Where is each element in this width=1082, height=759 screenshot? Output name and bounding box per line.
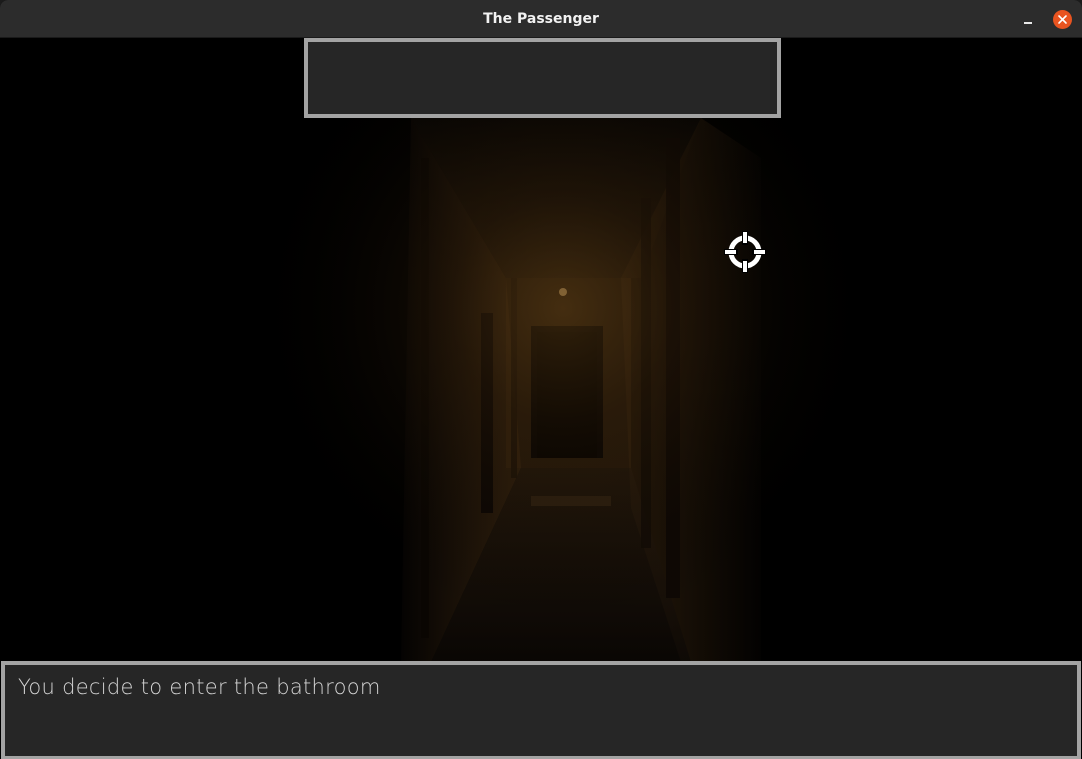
game-window: The Passenger You decide to enter the ba… <box>0 0 1082 759</box>
message-box-top <box>304 38 781 118</box>
dialog-text: You decide to enter the bathroom <box>18 675 381 699</box>
title-bar[interactable]: The Passenger <box>0 0 1082 38</box>
minimize-button[interactable] <box>1018 10 1038 30</box>
window-title: The Passenger <box>483 11 599 27</box>
minimize-icon <box>1024 22 1032 24</box>
close-icon <box>1058 15 1067 24</box>
close-button[interactable] <box>1053 10 1072 29</box>
crosshair-icon[interactable] <box>724 231 766 273</box>
dialog-box[interactable]: You decide to enter the bathroom <box>1 661 1081 759</box>
hallway-scene[interactable] <box>1 38 1081 662</box>
